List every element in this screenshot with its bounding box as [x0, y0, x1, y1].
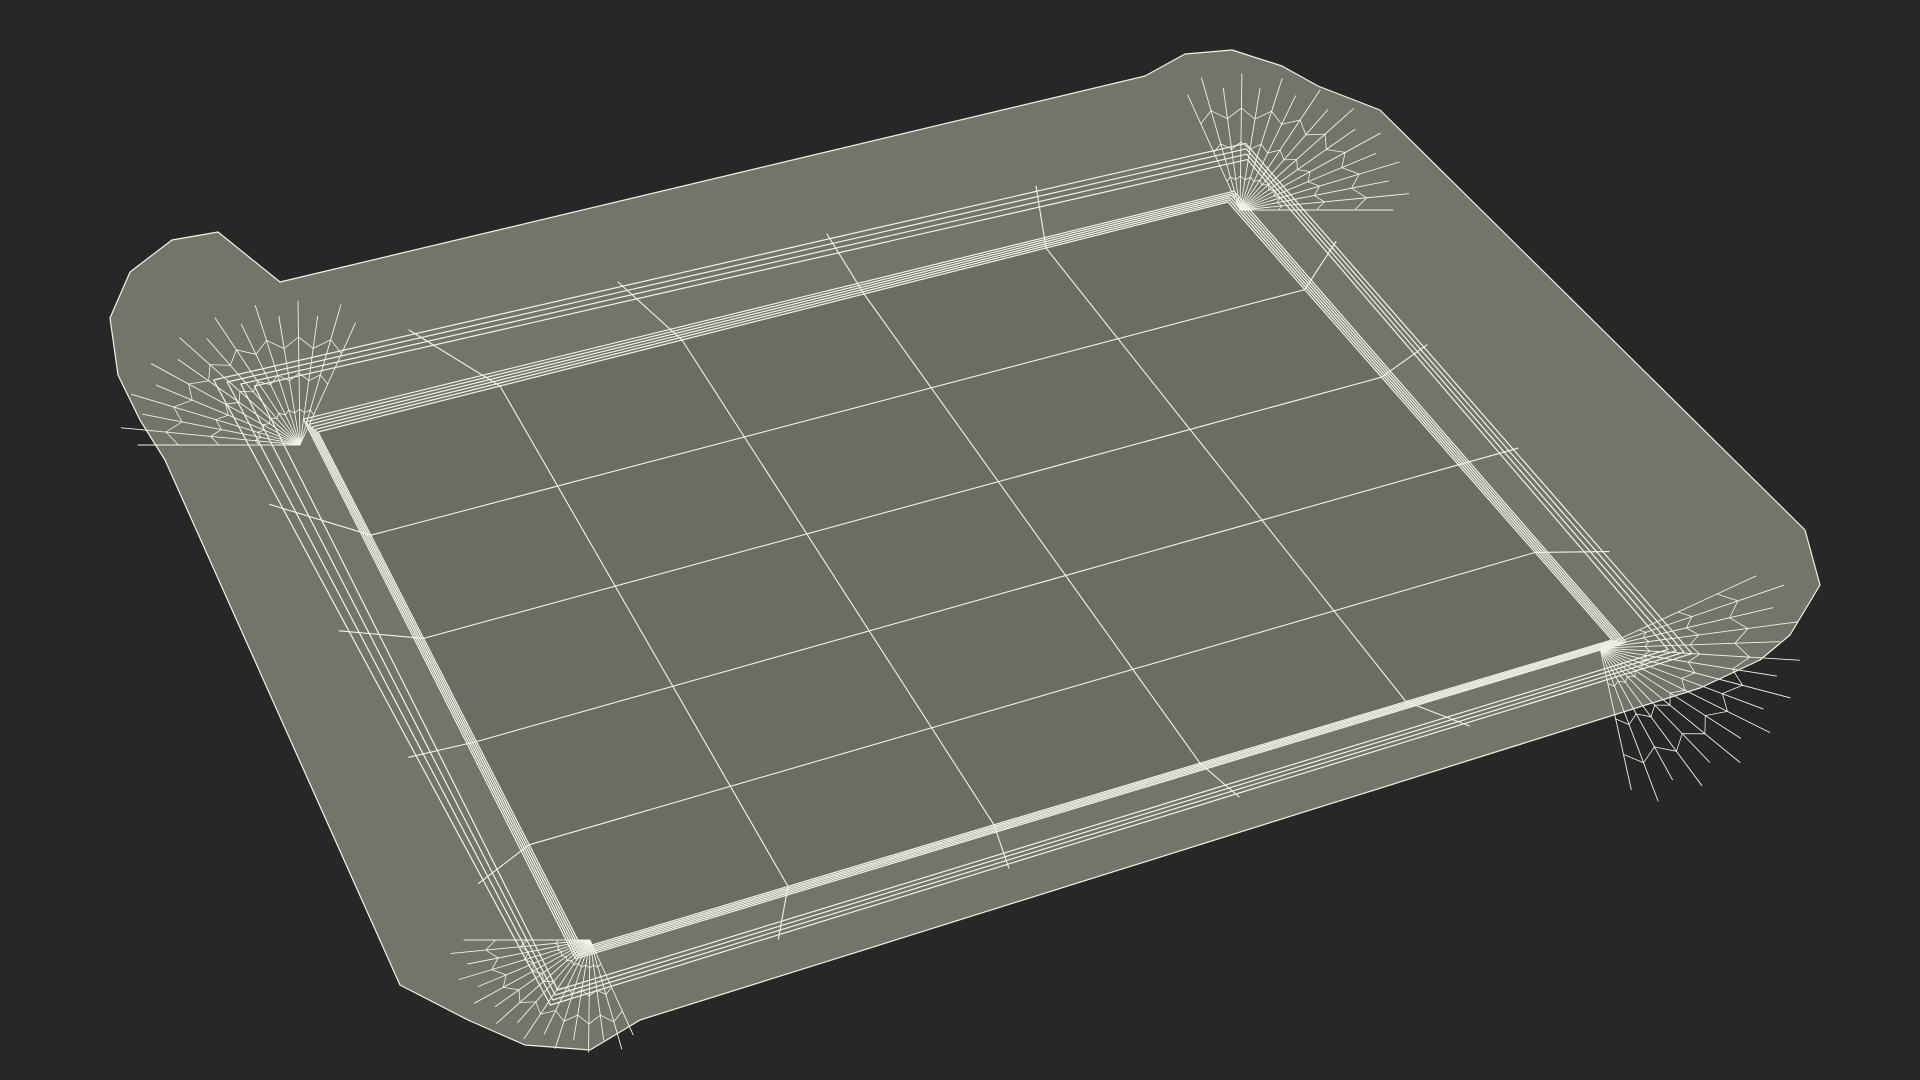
corner-flute-ring	[1654, 746, 1677, 752]
corner-flute-ring	[1650, 704, 1656, 718]
paper-tray-model	[109, 49, 1821, 1053]
corner-flute-ring	[1283, 158, 1298, 161]
corner-flute-ring	[1722, 693, 1728, 712]
corner-flute-ring	[239, 390, 254, 393]
corner-flute-ring	[1676, 733, 1683, 752]
corner-flute-ring	[1722, 684, 1743, 694]
corner-flute-ring	[1628, 713, 1637, 725]
tray-wireframe-render	[109, 49, 1821, 1053]
corner-flute-ring	[1704, 711, 1728, 716]
render-viewport	[0, 0, 1920, 1080]
corner-flute-ring	[1643, 746, 1655, 764]
